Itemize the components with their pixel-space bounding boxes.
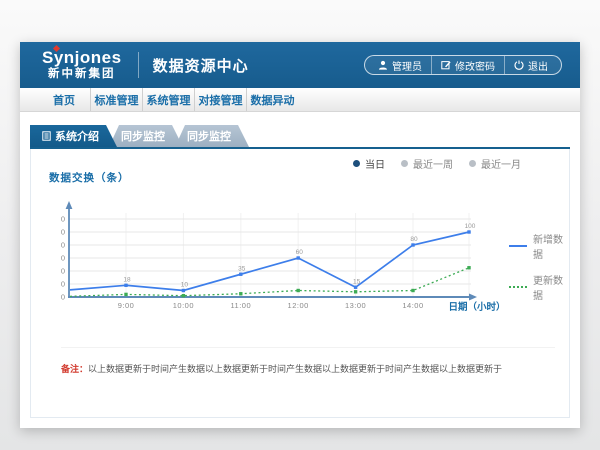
radio-dot-icon bbox=[353, 160, 360, 167]
legend-new-data[interactable]: 新增数据 bbox=[509, 231, 569, 261]
app-window: Synjones 新中新集团 数据资源中心 管理员 bbox=[20, 42, 580, 428]
radio-label: 最近一周 bbox=[413, 156, 453, 171]
svg-text:15: 15 bbox=[353, 278, 361, 285]
change-password-label: 修改密码 bbox=[455, 58, 495, 73]
app-header: Synjones 新中新集团 数据资源中心 管理员 bbox=[20, 42, 580, 88]
svg-text:12:00: 12:00 bbox=[288, 301, 309, 310]
content-area: 系统介绍 同步监控 同步监控 当日 bbox=[20, 112, 580, 428]
legend-updated-data[interactable]: 更新数据 bbox=[509, 272, 569, 302]
nav-item-standard-mgmt[interactable]: 标准管理 bbox=[90, 88, 142, 111]
change-password-button[interactable]: 修改密码 bbox=[431, 56, 504, 74]
svg-text:14:00: 14:00 bbox=[402, 301, 423, 310]
tab-sync-monitor-1[interactable]: 同步监控 bbox=[109, 125, 183, 147]
main-panel: 系统介绍 同步监控 同步监控 当日 bbox=[30, 127, 570, 420]
radio-label: 最近一月 bbox=[481, 156, 521, 171]
chart-panel: 当日 最近一周 最近一月 数据交换（条） 0204060801 bbox=[30, 149, 570, 418]
svg-text:20: 20 bbox=[61, 280, 65, 289]
svg-text:9:00: 9:00 bbox=[118, 301, 135, 310]
svg-text:100: 100 bbox=[61, 228, 65, 237]
svg-text:13:00: 13:00 bbox=[345, 301, 366, 310]
footnote-label: 备注： bbox=[61, 364, 88, 374]
svg-text:日期（小时）: 日期（小时） bbox=[448, 301, 505, 313]
svg-text:60: 60 bbox=[61, 254, 65, 263]
legend-line-swatch-icon bbox=[509, 245, 527, 247]
logo-company-name: 新中新集团 bbox=[42, 69, 122, 81]
chart-canvas: 0 20 40 60 80 100 120 9:00 10:00 11:00 12:00 13:00 1… bbox=[61, 185, 505, 319]
tab-system-intro[interactable]: 系统介绍 bbox=[30, 125, 117, 147]
svg-text:120: 120 bbox=[61, 215, 65, 224]
svg-text:10: 10 bbox=[181, 282, 189, 289]
company-logo: Synjones 新中新集团 bbox=[42, 49, 122, 81]
power-icon bbox=[514, 60, 524, 70]
footnote-text: 以上数据更新于时间产生数据以上数据更新于时间产生数据以上数据更新于时间产生数据以… bbox=[88, 364, 502, 374]
legend-label: 更新数据 bbox=[533, 272, 569, 302]
radio-dot-icon bbox=[469, 160, 476, 167]
nav-item-system-mgmt[interactable]: 系统管理 bbox=[142, 88, 194, 111]
tab-sync-monitor-2[interactable]: 同步监控 bbox=[175, 125, 249, 147]
current-user-button[interactable]: 管理员 bbox=[369, 56, 431, 74]
radio-today[interactable]: 当日 bbox=[353, 156, 385, 171]
svg-text:11:00: 11:00 bbox=[230, 301, 251, 310]
radio-label: 当日 bbox=[365, 156, 385, 171]
tab-label: 同步监控 bbox=[187, 128, 231, 144]
svg-text:18: 18 bbox=[123, 276, 131, 283]
user-toolbar: 管理员 修改密码 退出 bbox=[364, 55, 562, 75]
tab-bar: 系统介绍 同步监控 同步监控 bbox=[30, 127, 570, 149]
svg-text:80: 80 bbox=[410, 236, 418, 243]
svg-text:10:00: 10:00 bbox=[173, 301, 194, 310]
current-user-label: 管理员 bbox=[392, 58, 422, 73]
line-chart: 0 20 40 60 80 100 120 9:00 10:00 11:00 12:00 13:00 1… bbox=[61, 185, 505, 319]
footnote: 备注：以上数据更新于时间产生数据以上数据更新于时间产生数据以上数据更新于时间产生… bbox=[61, 347, 555, 375]
nav-item-home[interactable]: 首页 bbox=[38, 88, 90, 111]
radio-last-week[interactable]: 最近一周 bbox=[401, 156, 453, 171]
svg-text:60: 60 bbox=[296, 249, 304, 256]
page-title: 数据资源中心 bbox=[153, 55, 249, 76]
main-nav: 首页 标准管理 系统管理 对接管理 数据异动 bbox=[20, 88, 580, 112]
nav-item-integration-mgmt[interactable]: 对接管理 bbox=[194, 88, 246, 111]
legend-label: 新增数据 bbox=[533, 231, 569, 261]
user-icon bbox=[378, 60, 388, 70]
svg-text:0: 0 bbox=[61, 293, 65, 302]
y-axis-title: 数据交换（条） bbox=[49, 170, 130, 185]
svg-text:100: 100 bbox=[465, 223, 476, 230]
chart-legend: 新增数据 更新数据 bbox=[509, 231, 569, 302]
radio-last-month[interactable]: 最近一月 bbox=[469, 156, 521, 171]
tab-label: 系统介绍 bbox=[55, 128, 99, 144]
edit-icon bbox=[441, 60, 451, 70]
logout-button[interactable]: 退出 bbox=[504, 56, 557, 74]
logout-label: 退出 bbox=[528, 58, 548, 73]
header-divider bbox=[138, 52, 139, 78]
svg-text:40: 40 bbox=[61, 267, 65, 276]
legend-line-swatch-icon bbox=[509, 286, 527, 288]
logo-wordmark: Synjones bbox=[42, 49, 122, 66]
date-range-filter: 当日 最近一周 最近一月 bbox=[353, 156, 521, 171]
desktop-background: Synjones 新中新集团 数据资源中心 管理员 bbox=[0, 0, 600, 450]
document-icon bbox=[42, 131, 51, 141]
nav-item-data-change[interactable]: 数据异动 bbox=[246, 88, 298, 111]
radio-dot-icon bbox=[401, 160, 408, 167]
svg-text:35: 35 bbox=[238, 265, 246, 272]
svg-text:80: 80 bbox=[61, 241, 65, 250]
tab-label: 同步监控 bbox=[121, 128, 165, 144]
